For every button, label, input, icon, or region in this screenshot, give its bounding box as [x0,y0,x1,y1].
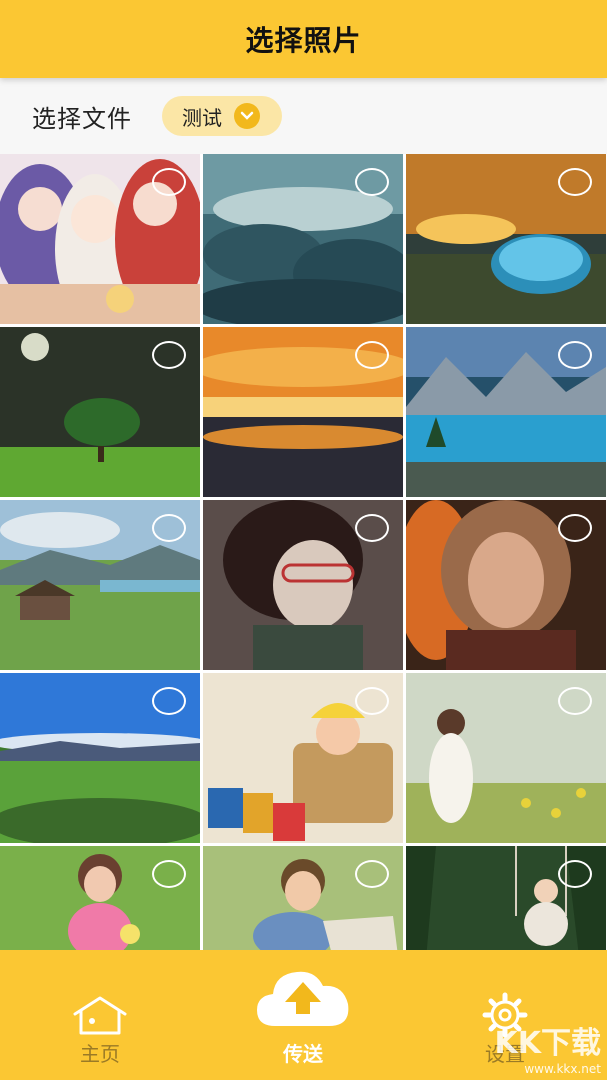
photo-tile[interactable] [0,846,200,950]
select-circle-icon[interactable] [152,687,186,715]
photo-tile[interactable] [203,846,403,950]
folder-dropdown-value: 测试 [182,105,222,130]
nav-settings-label: 设置 [485,1042,525,1066]
select-circle-icon[interactable] [152,514,186,542]
bottom-navigation: 主页 传送 设置 [0,950,607,1080]
photo-tile[interactable] [203,154,403,324]
photo-tile[interactable] [0,673,200,843]
select-circle-icon[interactable] [355,514,389,542]
photo-tile[interactable] [406,500,606,670]
nav-send-label: 传送 [283,1042,323,1066]
nav-home-label: 主页 [80,1042,120,1066]
photo-tile[interactable] [203,500,403,670]
photo-tile[interactable] [0,154,200,324]
photo-tile[interactable] [406,154,606,324]
nav-settings[interactable]: 设置 [445,950,565,1080]
photo-tile[interactable] [0,500,200,670]
page-title: 选择照片 [245,24,362,57]
chevron-down-icon [234,103,260,129]
header-bar: 选择照片 [0,0,607,78]
select-circle-icon[interactable] [355,168,389,196]
select-circle-icon[interactable] [152,341,186,369]
select-circle-icon[interactable] [558,168,592,196]
select-circle-icon[interactable] [558,341,592,369]
select-circle-icon[interactable] [355,341,389,369]
gear-icon [482,992,528,1038]
cloud-upload-icon [257,971,349,1026]
home-icon [73,996,127,1035]
nav-send[interactable]: 传送 [243,950,363,1080]
photo-tile[interactable] [203,673,403,843]
photo-tile[interactable] [406,673,606,843]
filter-bar: 选择文件 测试 [0,78,607,154]
select-file-label: 选择文件 [32,104,132,133]
select-circle-icon[interactable] [152,168,186,196]
photo-tile[interactable] [0,327,200,497]
photo-tile[interactable] [406,846,606,950]
folder-dropdown[interactable]: 测试 [162,96,282,136]
photo-tile[interactable] [406,327,606,497]
select-circle-icon[interactable] [558,514,592,542]
photo-tile[interactable] [203,327,403,497]
photo-grid [0,154,607,950]
nav-home[interactable]: 主页 [40,950,160,1080]
select-circle-icon[interactable] [355,860,389,888]
select-circle-icon[interactable] [558,687,592,715]
select-circle-icon[interactable] [558,860,592,888]
select-circle-icon[interactable] [355,687,389,715]
select-circle-icon[interactable] [152,860,186,888]
